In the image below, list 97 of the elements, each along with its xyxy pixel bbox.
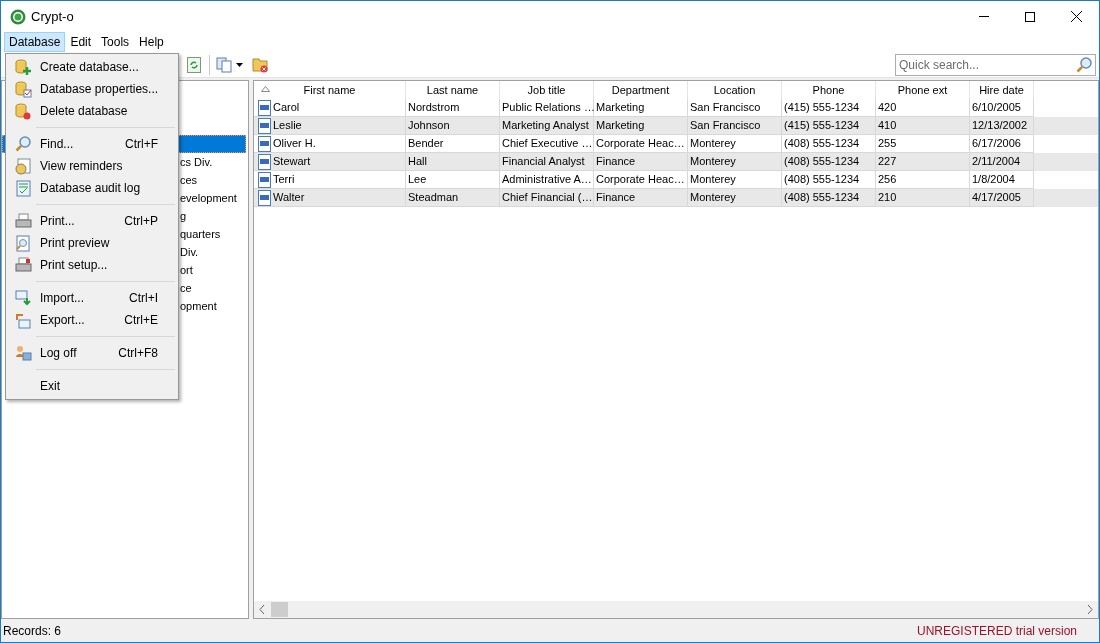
menu-option[interactable]: Log off Ctrl+F8 (6, 342, 178, 364)
table-cell-text: Steadman (408, 190, 459, 206)
menu-option[interactable]: Delete database (6, 100, 178, 122)
table-cell-text: Stewart (273, 154, 311, 170)
table-cell-text: Johnson (408, 118, 450, 134)
delete-button[interactable] (252, 56, 269, 73)
table-cell-text: Walter (273, 190, 305, 206)
caret-icon (236, 62, 243, 67)
table-cell-text: Public Relations … (502, 100, 595, 116)
table-cell-text: 256 (878, 172, 897, 188)
menu-item[interactable]: Database (4, 32, 66, 52)
printer-icon (14, 212, 32, 230)
table-cell-text: 4/17/2005 (972, 190, 1021, 206)
table-cell-text: Bender (408, 136, 444, 152)
table-cell-text: Hall (408, 154, 427, 170)
table-cell-text: Monterey (690, 154, 736, 170)
scroll-thumb[interactable] (271, 602, 288, 617)
menu-option[interactable]: View reminders (6, 155, 178, 177)
table-cell-text: (408) 555-1234 (784, 190, 860, 206)
table-cell-text: Finance (596, 190, 636, 206)
card-icon (258, 189, 271, 206)
copy-icon (216, 56, 232, 73)
checklist-icon (14, 179, 32, 197)
table-cell-text: 210 (878, 190, 897, 206)
menu-option[interactable]: Print setup... (6, 254, 178, 276)
menu-option[interactable]: Print... Ctrl+P (6, 210, 178, 232)
maximize-icon (1025, 11, 1035, 22)
menu-option[interactable]: Create database... (6, 56, 178, 78)
table-cell-text: (408) 555-1234 (784, 154, 860, 170)
table-cell-text: Monterey (690, 190, 736, 206)
menu-option[interactable]: Database properties... (6, 78, 178, 100)
minimize-icon (979, 16, 989, 17)
table-cell-text: 255 (878, 136, 897, 152)
table-cell-text: Marketing Analyst (502, 118, 589, 134)
table-cell-text: Carol (273, 100, 300, 116)
table-cell-text: San Francisco (690, 100, 761, 116)
table-cell-text: 227 (878, 154, 897, 170)
menu-option[interactable]: Import... Ctrl+I (6, 287, 178, 309)
database-check-icon (14, 80, 32, 98)
menu-item[interactable]: Edit (65, 32, 97, 52)
table-cell-text: Corporate Heac… (596, 172, 685, 188)
table-cell-text: 6/17/2006 (972, 136, 1021, 152)
table-cell-text: 410 (878, 118, 897, 134)
table-cell-text: Leslie (273, 118, 302, 134)
scroll-right-icon[interactable] (1087, 605, 1093, 614)
app-logo-icon (10, 8, 26, 25)
table-cell-text: (408) 555-1234 (784, 136, 860, 152)
close-icon (1070, 11, 1082, 22)
table-cell-text: Corporate Heac… (596, 136, 685, 152)
copy-button[interactable] (216, 56, 243, 73)
records-count: Records: 6 (3, 622, 62, 640)
page-arrow-icon (14, 311, 32, 329)
table-cell-text: Oliver H. (273, 136, 316, 152)
menu-option[interactable]: Export... Ctrl+E (6, 309, 178, 331)
table-cell-text: Chief Financial (… (502, 190, 593, 206)
table-cell-text: 12/13/2002 (972, 118, 1028, 134)
magnifier-icon (14, 135, 32, 153)
menu-option[interactable]: Find... Ctrl+F (6, 133, 178, 155)
menu-item[interactable]: Help (134, 32, 169, 52)
table-cell-text: (415) 555-1234 (784, 118, 860, 134)
refresh-button[interactable] (187, 55, 203, 74)
user-icon (14, 344, 32, 362)
database-delete-icon (14, 102, 32, 120)
scroll-left-icon[interactable] (259, 605, 265, 614)
page-magnifier-icon (14, 234, 32, 252)
table-cell-text: 6/10/2005 (972, 100, 1021, 116)
table-cell-text: 2/11/2004 (972, 154, 1021, 170)
table-cell-text: Marketing (596, 100, 645, 116)
table-cell-text: Monterey (690, 136, 736, 152)
license-notice: UNREGISTERED trial version (916, 622, 1077, 640)
search-icon (1076, 55, 1093, 73)
database-plus-icon (14, 58, 32, 76)
window-title: Crypt-o (31, 7, 74, 26)
table-cell-text: Terri (273, 172, 295, 188)
table-cell-text: Financial Analyst (502, 154, 585, 170)
menu-option[interactable]: Exit (6, 375, 178, 397)
table-cell-text: (415) 555-1234 (784, 100, 860, 116)
table-cell-text: (408) 555-1234 (784, 172, 860, 188)
table-cell-text: Monterey (690, 172, 736, 188)
folder-delete-icon (252, 56, 269, 73)
table-cell-text: Lee (408, 172, 427, 188)
search-field[interactable]: Quick search... (895, 53, 1096, 76)
table-cell-text: 1/8/2004 (972, 172, 1015, 188)
table-cell-text: Marketing (596, 118, 645, 134)
table-cell-text: San Francisco (690, 118, 761, 134)
menu-option[interactable]: Print preview (6, 232, 178, 254)
table-cell-text: Nordstrom (408, 100, 460, 116)
refresh-icon (187, 56, 201, 73)
horizontal-scrollbar[interactable] (254, 601, 1098, 618)
printer-icon (14, 256, 32, 274)
page-arrow-down-icon (14, 289, 32, 307)
table-cell-text: Administrative A… (502, 172, 592, 188)
table-cell-text: 420 (878, 100, 897, 116)
table-cell-text: Chief Executive … (502, 136, 593, 152)
menu-item[interactable]: Tools (96, 32, 135, 52)
table-cell-text: Finance (596, 154, 636, 170)
menu-option[interactable]: Database audit log (6, 177, 178, 199)
